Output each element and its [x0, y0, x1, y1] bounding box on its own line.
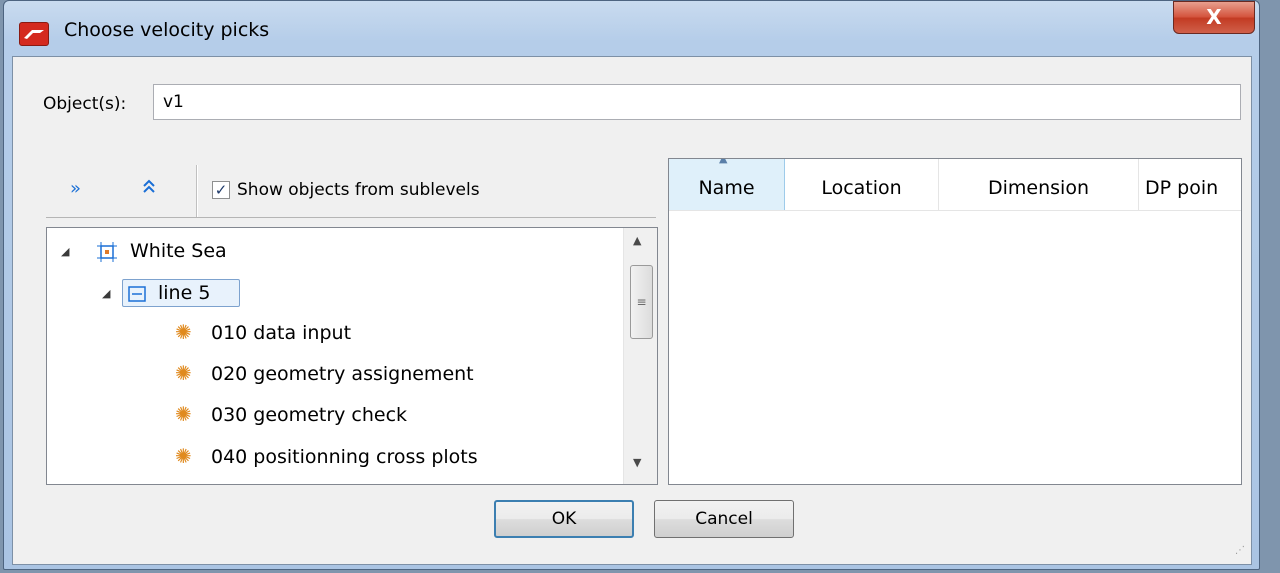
column-header-dimension[interactable]: Dimension: [939, 159, 1139, 210]
dialog-body: Object(s): v1 » ✓ Show objects from subl…: [12, 56, 1252, 565]
app-logo-icon: [19, 22, 49, 46]
window-title: Choose velocity picks: [64, 19, 270, 41]
tree-item-label: 010 data input: [211, 322, 352, 344]
expanded-triangle-icon[interactable]: ◢: [61, 237, 69, 267]
scroll-down-arrow-icon[interactable]: ▼: [633, 456, 641, 469]
object-tree[interactable]: ◢ White Sea ◢ line 5 ✺ 010 data input ✺: [46, 227, 658, 485]
column-label: Dimension: [988, 177, 1089, 199]
close-button[interactable]: X: [1173, 1, 1255, 34]
column-header-dp-points[interactable]: DP poin: [1139, 159, 1241, 210]
gear-icon: ✺: [175, 444, 192, 468]
expand-all-icon[interactable]: »: [70, 178, 81, 199]
tree-item-label: line 5: [158, 282, 211, 304]
tree-item-label: 040 positionning cross plots: [211, 446, 478, 468]
tree-item-label: 020 geometry assignement: [211, 363, 474, 385]
gear-icon: ✺: [175, 361, 192, 385]
title-bar[interactable]: Choose velocity picks X: [4, 1, 1259, 57]
gear-icon: ✺: [175, 320, 192, 344]
column-label: DP poin: [1145, 177, 1219, 199]
column-header-location[interactable]: Location: [785, 159, 939, 210]
show-sublevels-checkbox[interactable]: ✓: [212, 181, 230, 199]
column-label: Name: [698, 177, 755, 199]
ok-button[interactable]: OK: [494, 500, 634, 538]
gear-icon: ✺: [175, 402, 192, 426]
line-icon: [127, 278, 147, 308]
show-sublevels-label[interactable]: Show objects from sublevels: [237, 180, 480, 200]
expanded-triangle-icon[interactable]: ◢: [102, 279, 110, 309]
resize-grip-icon[interactable]: ⋰: [1235, 545, 1245, 556]
cancel-button[interactable]: Cancel: [654, 500, 794, 538]
survey-icon: [97, 236, 117, 266]
sort-ascending-icon: ▲: [719, 159, 727, 179]
tree-item-label: White Sea: [130, 240, 227, 262]
list-header: ▲ Name Location Dimension DP poin: [669, 159, 1241, 211]
objects-label: Object(s):: [43, 94, 127, 114]
collapse-all-icon[interactable]: [142, 178, 156, 199]
scroll-up-arrow-icon[interactable]: ▲: [633, 234, 641, 247]
dialog-window: Choose velocity picks X Object(s): v1 » …: [3, 0, 1260, 570]
tree-toolbar: » ✓ Show objects from sublevels: [46, 160, 656, 218]
tree-scrollbar[interactable]: ▲ ≡ ▼: [623, 228, 657, 484]
column-header-name[interactable]: ▲ Name: [669, 159, 785, 210]
column-label: Location: [821, 177, 902, 199]
objects-list[interactable]: ▲ Name Location Dimension DP poin: [668, 158, 1242, 485]
toolbar-separator: [196, 165, 198, 217]
objects-input[interactable]: v1: [153, 84, 1241, 120]
tree-item-label: 030 geometry check: [211, 404, 408, 426]
scroll-thumb[interactable]: ≡: [630, 265, 653, 339]
